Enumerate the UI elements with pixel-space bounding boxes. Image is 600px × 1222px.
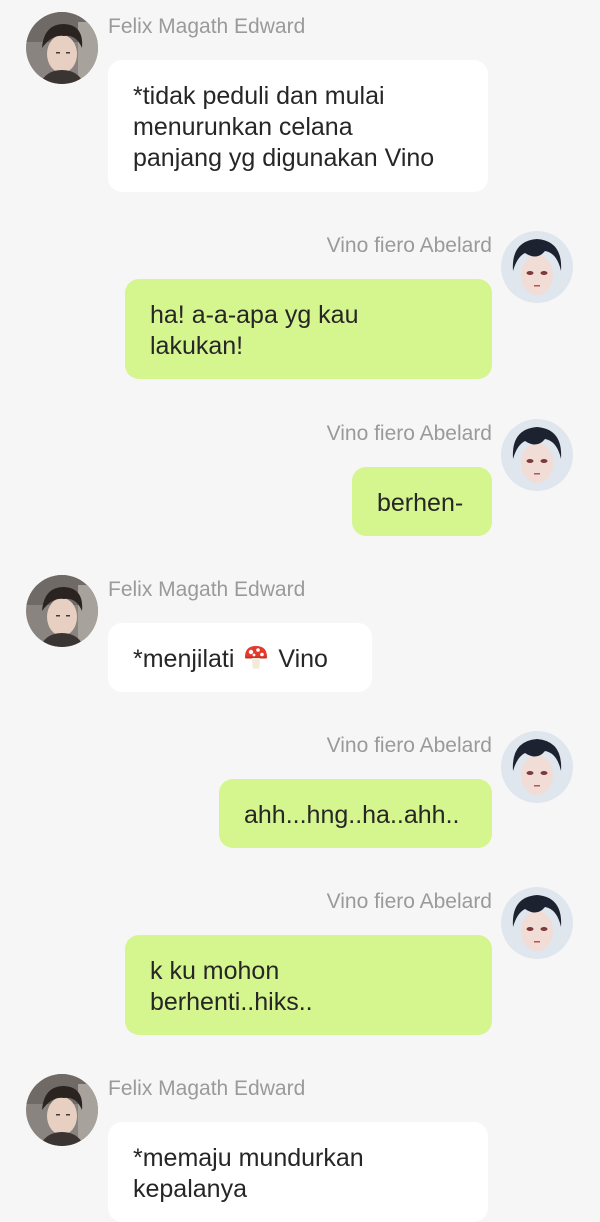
message-bubble[interactable]: berhen- <box>352 467 492 536</box>
message-text: Vino <box>278 645 328 673</box>
sender-name: Felix Magath Edward <box>108 578 306 601</box>
felix-avatar[interactable] <box>26 12 98 84</box>
message-bubble[interactable]: ha! a-a-apa yg kau lakukan! <box>125 279 492 379</box>
vino-avatar[interactable] <box>501 731 573 803</box>
vino-avatar[interactable] <box>501 419 573 491</box>
sender-name: Vino fiero Abelard <box>326 422 492 445</box>
message-bubble[interactable]: k ku mohon berhenti..hiks.. <box>125 935 492 1035</box>
message-bubble[interactable]: *tidak peduli dan mulai menurunkan celan… <box>108 60 488 192</box>
felix-avatar[interactable] <box>26 1074 98 1146</box>
message-bubble[interactable]: ahh...hng..ha..ahh.. <box>219 779 492 848</box>
sender-name: Vino fiero Abelard <box>326 234 492 257</box>
message-bubble[interactable]: *menjilati Vino <box>108 623 372 692</box>
message-text: *menjilati <box>133 645 235 673</box>
vino-avatar[interactable] <box>501 887 573 959</box>
vino-avatar[interactable] <box>501 231 573 303</box>
mushroom-icon <box>243 644 269 678</box>
sender-name: Felix Magath Edward <box>108 1077 306 1100</box>
sender-name: Vino fiero Abelard <box>326 734 492 757</box>
message-bubble[interactable]: *memaju mundurkan kepalanya <box>108 1122 488 1222</box>
felix-avatar[interactable] <box>26 575 98 647</box>
chat-thread[interactable]: Felix Magath Edward *tidak peduli dan mu… <box>0 0 600 1222</box>
sender-name: Felix Magath Edward <box>108 15 306 38</box>
sender-name: Vino fiero Abelard <box>326 890 492 913</box>
